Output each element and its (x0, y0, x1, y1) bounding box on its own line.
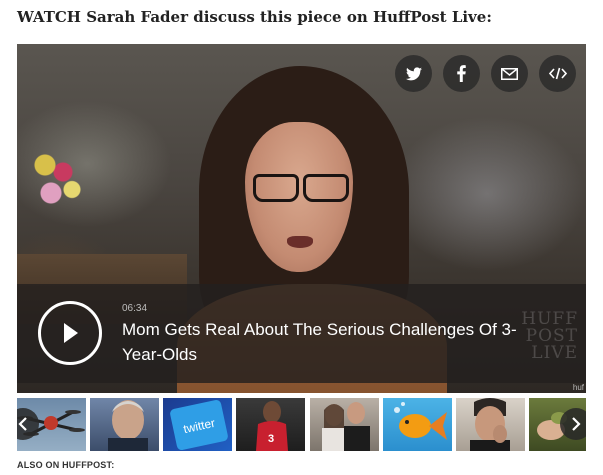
video-duration: 06:34 (122, 303, 148, 314)
thumbnail-basketball-player[interactable]: 3 (236, 398, 305, 451)
huffpost-live-logo: HUFF POST LIVE (512, 311, 578, 362)
section-heading: WATCH Sarah Fader discuss this piece on … (17, 8, 492, 26)
speaker-glasses (253, 174, 349, 202)
twitter-share-button[interactable] (395, 55, 432, 92)
logo-line: LIVE (531, 343, 578, 363)
man-portrait-image (108, 400, 148, 451)
corner-tag: huf (572, 383, 584, 392)
email-share-button[interactable] (491, 55, 528, 92)
twitter-phone-image: twitter (170, 399, 228, 451)
thumbnail-man-hand-on-face[interactable] (456, 398, 525, 451)
svg-text:3: 3 (268, 433, 274, 445)
thumbnail-couple[interactable] (310, 398, 379, 451)
flowers-decor (27, 144, 87, 214)
chevron-left-icon (18, 417, 27, 431)
man-hand-on-face-image (470, 398, 510, 451)
speaker-mouth (287, 236, 313, 248)
thumbnail-goldfish[interactable] (383, 398, 452, 451)
facebook-share-button[interactable] (443, 55, 480, 92)
goldfish-image (394, 402, 447, 440)
also-on-label: ALSO ON HUFFPOST: (17, 460, 115, 470)
facebook-icon (457, 65, 466, 82)
carousel-next-button[interactable] (560, 408, 586, 440)
play-button[interactable] (38, 301, 102, 365)
thumbnail-man-portrait[interactable] (90, 398, 159, 451)
video-title[interactable]: Mom Gets Real About The Serious Challeng… (122, 317, 552, 367)
thumbnail-twitter[interactable]: twitter (163, 398, 232, 451)
video-carousel: twitter 3 (17, 398, 586, 451)
chevron-right-icon (572, 417, 581, 431)
embed-share-button[interactable] (539, 55, 576, 92)
basketball-player-image: 3 (256, 401, 288, 451)
twitter-icon (405, 66, 422, 80)
play-icon (64, 323, 78, 343)
couple-image (322, 402, 370, 451)
video-player[interactable]: 06:34 Mom Gets Real About The Serious Ch… (17, 44, 586, 393)
video-caption-overlay[interactable]: 06:34 Mom Gets Real About The Serious Ch… (17, 284, 586, 383)
email-icon (501, 67, 518, 80)
share-bar (395, 55, 576, 92)
embed-icon (548, 67, 567, 80)
